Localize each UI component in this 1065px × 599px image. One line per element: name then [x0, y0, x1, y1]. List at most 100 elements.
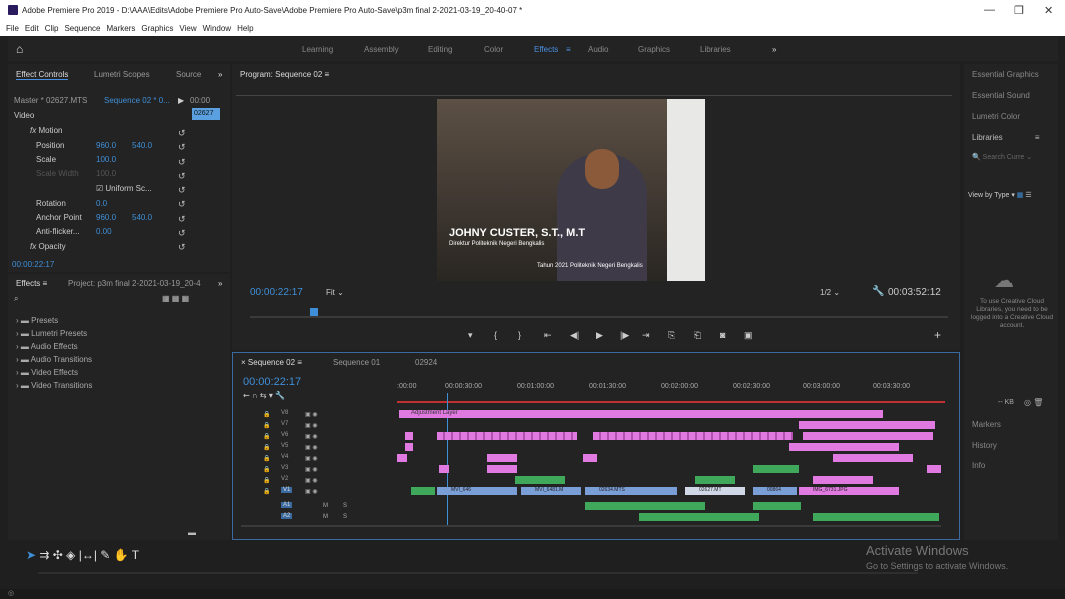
audio-a2-b[interactable] [813, 513, 939, 521]
menu-help[interactable]: Help [237, 24, 253, 33]
track-v6[interactable]: V6 [281, 432, 288, 438]
go-to-in-icon[interactable]: ⇤ [544, 330, 552, 341]
audio-a1-a[interactable] [585, 502, 705, 510]
clip-v6-c[interactable] [593, 432, 793, 440]
clip-v6-b[interactable] [437, 432, 577, 440]
clip-v3-b[interactable] [487, 465, 517, 473]
track-a1[interactable]: A1 [281, 502, 293, 508]
wrench-icon[interactable]: 🔧 [872, 286, 884, 297]
tool-icons[interactable]: ➤ ⇉ ✣ ◈ |↔| ✎ ✋ T [26, 548, 139, 562]
resolution-dropdown[interactable]: 1/2 ⌄ [820, 288, 840, 297]
track-lock-icons[interactable]: 🔒 🔒 🔒 🔒 🔒 🔒 🔒 🔒 [263, 410, 270, 498]
clip-v3-a[interactable] [439, 465, 449, 473]
position-x-value[interactable]: 960.0 [96, 141, 116, 150]
clip-bar[interactable]: 02627 [192, 108, 220, 120]
selection-tool-icon[interactable]: ➤ [26, 548, 36, 562]
tools-scrollbar[interactable] [38, 572, 918, 574]
program-timecode[interactable]: 00:00:22:17 [250, 287, 303, 298]
panel-more-icon[interactable]: » [218, 279, 222, 288]
clip-v5-a[interactable] [405, 443, 413, 451]
add-button-icon[interactable]: + [934, 328, 941, 342]
workspace-learning[interactable]: Learning [302, 45, 333, 54]
workspace-menu-icon[interactable]: ≡ [566, 45, 571, 54]
home-icon[interactable]: ⌂ [16, 42, 23, 56]
workspace-editing[interactable]: Editing [428, 45, 452, 54]
v1-clip-5[interactable]: 00864 [753, 487, 797, 495]
position-y-value[interactable]: 540.0 [132, 141, 152, 150]
timeline-timecode[interactable]: 00:00:22:17 [243, 376, 301, 388]
play-icon[interactable]: ▶ [596, 330, 603, 341]
libraries-search-input[interactable]: 🔍 Search Curre ⌄ [972, 153, 1032, 161]
step-forward-icon[interactable]: |▶ [620, 330, 629, 341]
program-playhead[interactable] [310, 308, 318, 316]
workspace-assembly[interactable]: Assembly [364, 45, 399, 54]
anchor-x-value[interactable]: 960.0 [96, 213, 116, 222]
clip-v4-a[interactable] [397, 454, 407, 462]
v1-clip-2[interactable]: MVI_6481.M [521, 487, 581, 495]
v1-clip-1[interactable]: MVI_646 [437, 487, 517, 495]
menu-sequence[interactable]: Sequence [64, 24, 100, 33]
effects-item-video-effects[interactable]: › ▬ Video Effects [16, 368, 78, 377]
tab-effects[interactable]: Effects ≡ [16, 279, 47, 288]
a1-solo-button[interactable]: S [343, 503, 347, 509]
fit-dropdown[interactable]: Fit ⌄ [326, 288, 344, 297]
uniform-scale-checkbox[interactable]: ☑ Uniform Sc... [96, 184, 152, 193]
go-to-out-icon[interactable]: ⇥ [642, 330, 650, 341]
effects-item-presets[interactable]: › ▬ Presets [16, 316, 58, 325]
track-a2[interactable]: A2 [281, 513, 293, 519]
track-v1[interactable]: V1 [281, 487, 293, 493]
v1-clip-0[interactable] [411, 487, 435, 495]
anchor-y-value[interactable]: 540.0 [132, 213, 152, 222]
status-icon[interactable]: ◎ [8, 589, 14, 597]
master-clip-label[interactable]: Master * 02627.MTS [14, 96, 87, 105]
timeline-hscroll[interactable] [241, 525, 941, 527]
track-v5[interactable]: V5 [281, 443, 288, 449]
clip-v7[interactable] [799, 421, 935, 429]
workspace-libraries[interactable]: Libraries [700, 45, 731, 54]
track-eye-icons[interactable]: ▣ ◉ ▣ ◉ ▣ ◉ ▣ ◉ ▣ ◉ ▣ ◉ ▣ ◉ ▣ ◉ [305, 410, 318, 498]
workspace-effects[interactable]: Effects [534, 45, 558, 54]
clip-v4-c[interactable] [583, 454, 597, 462]
rotation-value[interactable]: 0.0 [96, 199, 107, 208]
menu-window[interactable]: Window [203, 24, 231, 33]
tab-sequence-02[interactable]: × Sequence 02 ≡ [241, 358, 302, 367]
maximize-button[interactable]: ❐ [1014, 4, 1024, 17]
program-scrubber[interactable] [250, 316, 948, 318]
clip-v2-a[interactable] [515, 476, 565, 484]
panel-info[interactable]: Info [972, 461, 985, 470]
reset-icons[interactable]: ↺ ↺ ↺ ↺ ↺ ↺ ↺ ↺ ↺ [178, 126, 186, 255]
workspace-graphics[interactable]: Graphics [638, 45, 670, 54]
panel-libraries[interactable]: Libraries ≡ [972, 133, 1040, 142]
mark-in-icon[interactable]: { [494, 330, 497, 340]
menu-markers[interactable]: Markers [107, 24, 136, 33]
timeline-tools[interactable]: ⇜ ∩ ⇆ ▾ 🔧 [243, 391, 285, 400]
menu-edit[interactable]: Edit [25, 24, 39, 33]
a2-mute-button[interactable]: M [323, 514, 328, 520]
clip-v4-d[interactable] [833, 454, 913, 462]
menu-graphics[interactable]: Graphics [141, 24, 173, 33]
audio-a1-b[interactable] [753, 502, 801, 510]
workspace-color[interactable]: Color [484, 45, 503, 54]
adjustment-layer-clip[interactable]: Adjustment Layer [399, 410, 883, 418]
menu-clip[interactable]: Clip [45, 24, 59, 33]
tab-program[interactable]: Program: Sequence 02 ≡ [240, 70, 329, 79]
panel-essential-graphics[interactable]: Essential Graphics [972, 70, 1039, 79]
export-frame-icon[interactable]: ◙ [720, 330, 725, 340]
audio-a2-a[interactable] [639, 513, 759, 521]
extract-icon[interactable]: ⎗ [694, 330, 701, 341]
tab-lumetri-scopes[interactable]: Lumetri Scopes [94, 70, 150, 79]
clip-v2-b[interactable] [695, 476, 735, 484]
workspace-more-button[interactable]: » [772, 45, 776, 54]
clip-v5-b[interactable] [789, 443, 899, 451]
effects-item-audio-transitions[interactable]: › ▬ Audio Transitions [16, 355, 92, 364]
clip-v3-c[interactable] [753, 465, 799, 473]
lift-icon[interactable]: ⎘ [668, 330, 675, 341]
sequence-clip-label[interactable]: Sequence 02 * 0... [104, 96, 170, 105]
minimize-button[interactable]: — [984, 4, 995, 16]
clip-v3-d[interactable] [927, 465, 941, 473]
step-back-icon[interactable]: ◀| [570, 330, 579, 341]
v1-clip-3[interactable]: 02634.MTS [585, 487, 677, 495]
tab-project[interactable]: Project: p3m final 2-2021-03-19_20-4 [68, 279, 201, 288]
clip-v2-c[interactable] [813, 476, 873, 484]
mark-out-icon[interactable]: } [518, 330, 521, 340]
